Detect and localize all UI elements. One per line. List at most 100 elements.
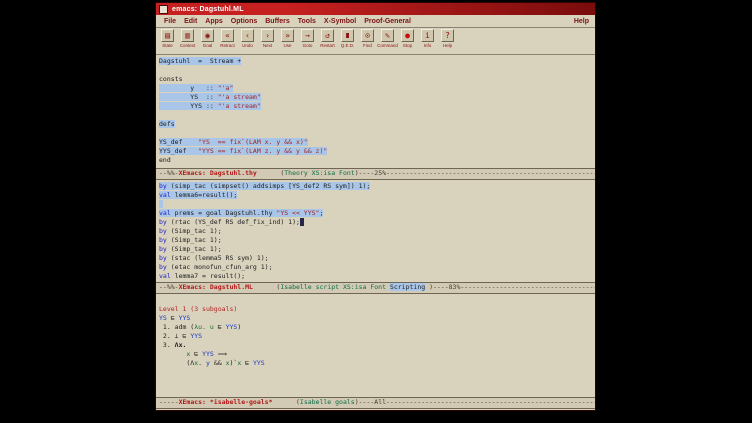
menu-items: FileEditAppsOptionsBuffersToolsX-SymbolP… [160,18,415,25]
toolbar-button-q-e-d[interactable]: ∎Q.E.D. [338,29,357,48]
menu-item-options[interactable]: Options [227,18,261,25]
menu-item-buffers[interactable]: Buffers [261,18,294,25]
menubar: FileEditAppsOptionsBuffersToolsX-SymbolP… [156,15,595,28]
toolbar-label: Context [180,43,196,48]
next-icon: › [261,29,274,42]
buffer-line: YS_def "YS == fix`(LAM x. y && x)" [159,138,595,147]
toolbar-label: Retract [220,43,235,48]
toolbar-label: Find [363,43,372,48]
minibuffer[interactable] [156,409,595,410]
buffer-line: x ⊑ YYS ⟹ [159,350,595,359]
toolbar-label: Restart [320,43,335,48]
buffer-line: by (Simp_tac 1); [159,245,595,254]
buffer-line: defs [159,120,595,129]
buffer-line: consts [159,75,595,84]
menu-item-tools[interactable]: Tools [294,18,320,25]
buffer-line: 1. adm (λu. u ⊑ YYS) [159,323,595,332]
goals-buffer[interactable]: Level 1 (3 subgoals)YS ⊑ YYS 1. adm (λu.… [156,294,595,397]
proof-general-toolbar: ▤State▥Context◉Goal«Retract‹Undo›Next»Us… [156,28,595,55]
toolbar-button-stop[interactable]: ●Stop [398,29,417,48]
buffer-line [159,66,595,75]
toolbar-label: State [162,43,173,48]
buffer-line [159,111,595,120]
use-icon: » [281,29,294,42]
toolbar-label: Next [263,43,272,48]
buffer-line [159,129,595,138]
text-cursor [300,218,304,226]
window-title: emacs: Dagstuhl.ML [172,6,244,13]
buffer-line: by (etac monofun_cfun_arg 1); [159,263,595,272]
menu-item-proof-general[interactable]: Proof-General [360,18,415,25]
modeline-script: --%%-XEmacs: Dagstuhl.ML (Isabelle scrip… [156,282,595,294]
menu-item-edit[interactable]: Edit [180,18,201,25]
buffer-line: YYS :: "'a stream" [159,102,595,111]
buffer-line: by (rtac (YS_def RS def_fix_ind) 1); [159,218,595,227]
info-icon: i [421,29,434,42]
stop-icon: ● [401,29,414,42]
toolbar-button-command[interactable]: ✎Command [378,29,397,48]
toolbar-button-retract[interactable]: «Retract [218,29,237,48]
toolbar-label: Info [424,43,432,48]
buffer-line: by (Simp_tac 1); [159,227,595,236]
xemacs-window: emacs: Dagstuhl.ML FileEditAppsOptionsBu… [155,2,596,411]
buffer-line: end [159,156,595,165]
menu-item-apps[interactable]: Apps [201,18,227,25]
buffer-line: (Λx. y && x)`x ⊑ YYS [159,359,595,368]
screen: emacs: Dagstuhl.ML FileEditAppsOptionsBu… [0,0,752,423]
toolbar-label: Q.E.D. [341,43,355,48]
toolbar-label: Help [443,43,452,48]
toolbar-button-help[interactable]: ?Help [438,29,457,48]
context-icon: ▥ [181,29,194,42]
buffer-line: YS :: "'a stream" [159,93,595,102]
titlebar[interactable]: emacs: Dagstuhl.ML [156,3,595,15]
toolbar-button-info[interactable]: iInfo [418,29,437,48]
undo-icon: ‹ [241,29,254,42]
buffer-line: Level 1 (3 subgoals) [159,305,595,314]
buffer-line: by (simp_tac (simpset() addsimps [YS_def… [159,182,595,191]
toolbar-button-next[interactable]: ›Next [258,29,277,48]
toolbar-button-find[interactable]: ⊙Find [358,29,377,48]
toolbar-button-goto[interactable]: →Goto [298,29,317,48]
toolbar-button-context[interactable]: ▥Context [178,29,197,48]
toolbar-button-goal[interactable]: ◉Goal [198,29,217,48]
retract-icon: « [221,29,234,42]
buffer-line: Dagstuhl = Stream + [159,57,595,66]
buffer-line [159,296,595,305]
toolbar-label: Goal [203,43,213,48]
buffer-line: val lemma6=result(); [159,191,595,200]
buffer-line: YS ⊑ YYS [159,314,595,323]
menu-item-x-symbol[interactable]: X-Symbol [320,18,360,25]
goal-icon: ◉ [201,29,214,42]
buffer-line: val lemma7 = result(); [159,272,595,281]
toolbar-button-state[interactable]: ▤State [158,29,177,48]
toolbar-label: Command [377,43,398,48]
toolbar-label: Goto [303,43,313,48]
restart-icon: ↺ [321,29,334,42]
toolbar-label: Undo [242,43,253,48]
modeline-goals: -----XEmacs: *isabelle-goals* (Isabelle … [156,397,595,409]
buffer-line: YYS_def "YYS == fix`(LAM z. y && y && z)… [159,147,595,156]
find-icon: ⊙ [361,29,374,42]
toolbar-label: Stop [403,43,412,48]
toolbar-label: Use [283,43,291,48]
buffer-line: val prems = goal Dagstuhl.thy "YS << YYS… [159,209,595,218]
toolbar-button-restart[interactable]: ↺Restart [318,29,337,48]
script-buffer[interactable]: by (simp_tac (simpset() addsimps [YS_def… [156,180,595,282]
buffer-line: by (stac (lemma5 RS sym) 1); [159,254,595,263]
buffer-line [159,200,595,209]
state-icon: ▤ [161,29,174,42]
theory-buffer[interactable]: Dagstuhl = Stream +consts y :: "'a" YS :… [156,55,595,168]
buffer-line: 2. ⊥ ⊑ YYS [159,332,595,341]
window-menu-icon[interactable] [159,5,168,14]
toolbar-button-use[interactable]: »Use [278,29,297,48]
buffer-line: 3. Λx. [159,341,595,350]
menu-item-file[interactable]: File [160,18,180,25]
help-icon: ? [441,29,454,42]
goto-icon: → [301,29,314,42]
command-icon: ✎ [381,29,394,42]
modeline-theory: --%%-XEmacs: Dagstuhl.thy (Theory XS:isa… [156,168,595,180]
toolbar-button-undo[interactable]: ‹Undo [238,29,257,48]
buffer-line: by (Simp_tac 1); [159,236,595,245]
buffer-line: y :: "'a" [159,84,595,93]
menu-item-help[interactable]: Help [572,18,591,25]
